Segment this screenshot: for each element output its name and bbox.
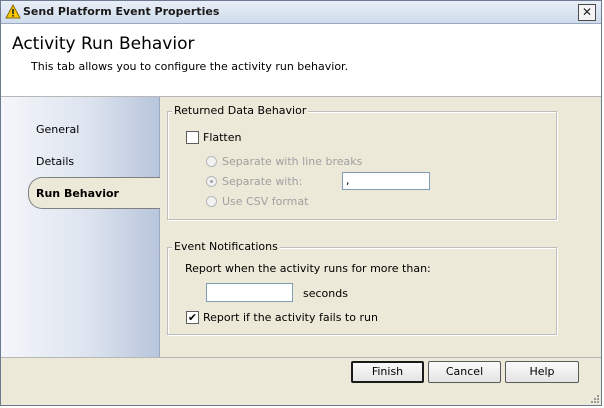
footer-divider: [1, 357, 601, 358]
page-description: This tab allows you to configure the act…: [31, 60, 349, 73]
nav-item-general[interactable]: General: [36, 123, 79, 136]
resize-grip-icon[interactable]: [588, 392, 600, 404]
radio-line-breaks[interactable]: [206, 156, 217, 167]
seconds-label: seconds: [303, 287, 348, 300]
warning-icon: [5, 4, 21, 19]
nav-item-details[interactable]: Details: [36, 155, 74, 168]
radio-separate-with[interactable]: [206, 176, 217, 187]
report-fail-label: Report if the activity fails to run: [203, 311, 378, 324]
radio-selected-dot: [210, 180, 213, 183]
separator-input[interactable]: ,: [342, 172, 430, 190]
event-notifications-group-label: Event Notifications: [172, 240, 280, 253]
checkmark-icon: ✔: [187, 311, 198, 324]
flatten-checkbox[interactable]: [186, 131, 199, 144]
returned-data-group-label: Returned Data Behavior: [172, 104, 309, 117]
nav-item-run-behavior[interactable]: Run Behavior: [36, 187, 119, 200]
radio-line-breaks-label: Separate with line breaks: [222, 155, 363, 168]
close-icon: ✕: [581, 5, 593, 19]
finish-button[interactable]: Finish: [351, 361, 424, 383]
flatten-label: Flatten: [203, 131, 242, 144]
window-title: Send Platform Event Properties: [23, 5, 220, 18]
nav-pane: [1, 97, 160, 357]
radio-csv-format-label: Use CSV format: [222, 195, 309, 208]
cancel-button[interactable]: Cancel: [428, 361, 501, 383]
help-button[interactable]: Help: [505, 361, 579, 383]
radio-separate-with-label: Separate with:: [222, 175, 303, 188]
page-title: Activity Run Behavior: [12, 34, 195, 54]
page-header: Activity Run Behavior This tab allows yo…: [1, 24, 601, 97]
duration-input[interactable]: [206, 283, 293, 302]
title-bar[interactable]: Send Platform Event Properties ✕: [1, 1, 601, 24]
report-duration-label: Report when the activity runs for more t…: [185, 262, 431, 275]
radio-csv-format[interactable]: [206, 196, 217, 207]
report-fail-checkbox[interactable]: ✔: [186, 311, 199, 324]
close-button[interactable]: ✕: [578, 4, 596, 21]
